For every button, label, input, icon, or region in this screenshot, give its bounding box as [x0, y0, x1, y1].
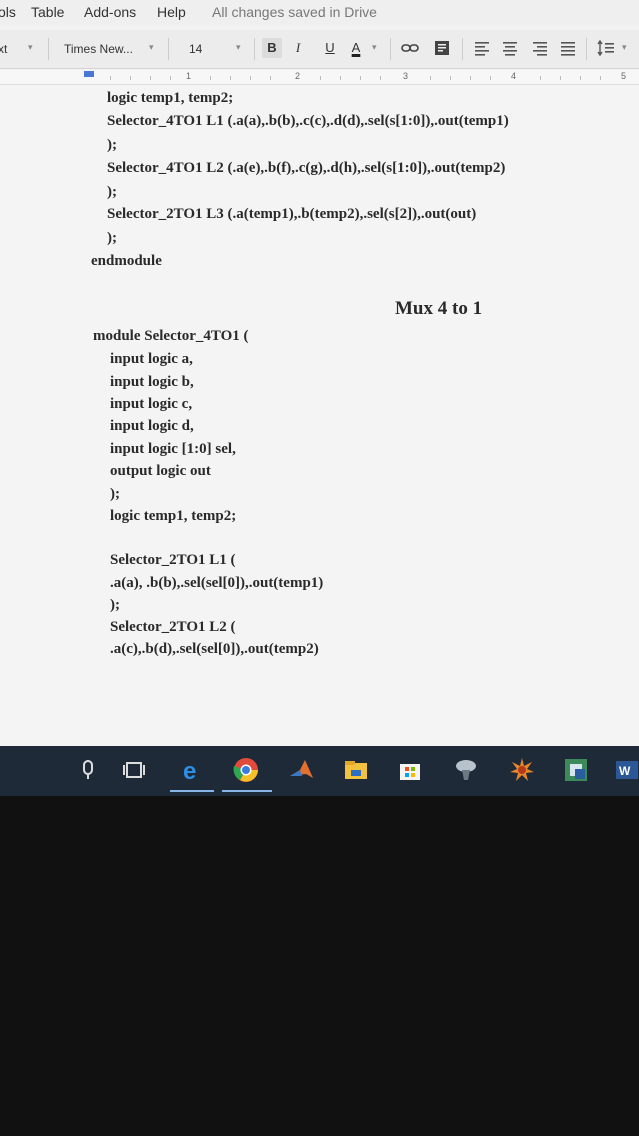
- code-line: module Selector_4TO1 (: [93, 328, 249, 344]
- code-line: logic temp1, temp2;: [110, 508, 237, 524]
- font-select[interactable]: Times New...: [64, 42, 133, 56]
- align-center-icon[interactable]: [500, 38, 520, 58]
- settings-app-icon[interactable]: [508, 756, 536, 784]
- code-line: input logic c,: [110, 396, 193, 412]
- code-line: Selector_2TO1 L3 (.a(temp1),.b(temp2),.s…: [107, 206, 477, 222]
- code-line: .a(c),.b(d),.sel(sel[0]),.out(temp2): [110, 641, 319, 657]
- svg-text:e: e: [183, 758, 196, 784]
- size-dropdown-icon[interactable]: ▾: [236, 42, 241, 53]
- ruler-number: 2: [295, 71, 301, 81]
- image-app-icon[interactable]: [562, 756, 590, 784]
- file-explorer-icon[interactable]: [342, 756, 370, 784]
- section-heading: Mux 4 to 1: [395, 298, 483, 319]
- text-color-button[interactable]: A: [346, 38, 366, 58]
- code-line: Selector_4TO1 L1 (.a(a),.b(b),.c(c),.d(d…: [107, 113, 509, 129]
- ruler-number: 1: [186, 71, 192, 81]
- chrome-icon[interactable]: [232, 756, 260, 784]
- underline-button[interactable]: U: [320, 38, 340, 58]
- code-line: input logic a,: [110, 351, 193, 367]
- menu-help[interactable]: Help: [157, 4, 186, 20]
- justify-icon[interactable]: [558, 38, 578, 58]
- menu-table[interactable]: Table: [31, 4, 64, 20]
- code-line: logic temp1, temp2;: [107, 90, 234, 106]
- toolbar-divider: [390, 38, 391, 60]
- edge-active-indicator: [170, 790, 214, 792]
- svg-text:W: W: [619, 764, 631, 778]
- network-app-icon[interactable]: [452, 756, 480, 784]
- code-line: input logic b,: [110, 374, 194, 390]
- insert-comment-icon[interactable]: [432, 38, 452, 58]
- code-line: .a(a), .b(b),.sel(sel[0]),.out(temp1): [110, 575, 324, 591]
- bold-button[interactable]: B: [262, 38, 282, 58]
- edge-icon[interactable]: e: [178, 756, 206, 785]
- menu-tools[interactable]: ols: [0, 4, 16, 20]
- ruler-number: 4: [511, 71, 517, 81]
- code-line: endmodule: [91, 253, 162, 269]
- code-line: );: [107, 230, 117, 246]
- line-spacing-dropdown-icon[interactable]: ▾: [622, 42, 627, 53]
- line-spacing-icon[interactable]: [596, 38, 616, 58]
- code-line: input logic d,: [110, 418, 194, 434]
- align-left-icon[interactable]: [472, 38, 492, 58]
- font-size-select[interactable]: 14: [189, 42, 202, 56]
- microphone-icon[interactable]: [74, 756, 102, 784]
- text-color-dropdown-icon[interactable]: ▾: [372, 42, 377, 53]
- store-icon[interactable]: [396, 756, 424, 784]
- toolbar-divider: [254, 38, 255, 60]
- link-icon[interactable]: [400, 38, 420, 58]
- word-icon[interactable]: W: [614, 756, 638, 784]
- toolbar-divider: [462, 38, 463, 60]
- style-dropdown-icon[interactable]: ▾: [28, 42, 33, 53]
- ruler: 1 2 3 4 5: [0, 70, 639, 85]
- menu-bar: ols Table Add-ons Help All changes saved…: [0, 0, 639, 26]
- code-line: );: [107, 184, 117, 200]
- italic-button[interactable]: I: [288, 38, 308, 58]
- save-status: All changes saved in Drive: [212, 4, 377, 20]
- toolbar: xt ▾ Times New... ▾ 14 ▾ B I U A ▾ ▾: [0, 30, 639, 69]
- taskbar: e W: [0, 746, 639, 796]
- chrome-active-indicator: [222, 790, 272, 792]
- task-view-icon[interactable]: [120, 756, 148, 784]
- ruler-number: 3: [403, 71, 409, 81]
- menu-addons[interactable]: Add-ons: [84, 4, 136, 20]
- document-body[interactable]: logic temp1, temp2; Selector_4TO1 L1 (.a…: [0, 85, 639, 750]
- screen: ols Table Add-ons Help All changes saved…: [0, 0, 639, 760]
- code-line: Selector_4TO1 L2 (.a(e),.b(f),.c(g),.d(h…: [107, 160, 506, 176]
- indent-marker[interactable]: [84, 71, 94, 77]
- toolbar-divider: [48, 38, 49, 60]
- matlab-icon[interactable]: [288, 756, 316, 784]
- align-right-icon[interactable]: [530, 38, 550, 58]
- ruler-number: 5: [621, 71, 627, 81]
- style-select[interactable]: xt: [0, 42, 7, 56]
- code-line: Selector_2TO1 L1 (: [110, 552, 236, 568]
- code-line: );: [107, 137, 117, 153]
- code-line: Selector_2TO1 L2 (: [110, 619, 236, 635]
- font-dropdown-icon[interactable]: ▾: [149, 42, 154, 53]
- code-line: );: [110, 486, 120, 502]
- code-line: );: [110, 597, 120, 613]
- code-line: input logic [1:0] sel,: [110, 441, 236, 457]
- toolbar-divider: [586, 38, 587, 60]
- toolbar-divider: [168, 38, 169, 60]
- code-line: output logic out: [110, 463, 211, 479]
